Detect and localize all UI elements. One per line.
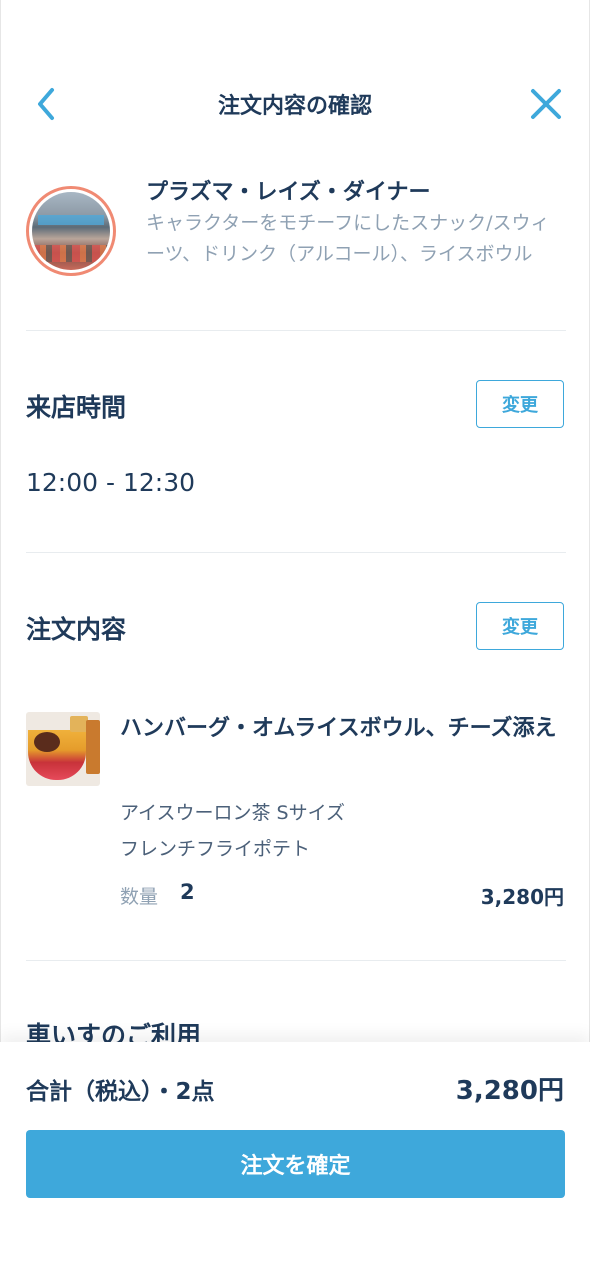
divider [26, 330, 566, 331]
item-option: フレンチフライポテト [120, 838, 311, 860]
restaurant-avatar [26, 186, 116, 276]
restaurant-name: プラズマ・レイズ・ダイナー [146, 180, 431, 205]
change-visit-time-button[interactable]: 変更 [476, 380, 564, 428]
visit-time-title: 来店時間 [26, 393, 127, 422]
item-option: アイスウーロン茶 Sサイズ [120, 802, 346, 824]
header: 注文内容の確認 [0, 70, 590, 140]
change-order-button[interactable]: 変更 [476, 602, 564, 650]
restaurant-description: キャラクターをモチーフにしたスナック/スウィーツ、ドリンク（アルコール）、ライス… [146, 212, 550, 265]
close-button[interactable] [526, 84, 566, 124]
restaurant-photo [32, 192, 110, 270]
order-content-title: 注文内容 [26, 615, 127, 644]
restaurant-info: プラズマ・レイズ・ダイナー キャラクターをモチーフにしたスナック/スウィーツ、ド… [26, 170, 566, 300]
thumbnail-drink [86, 720, 100, 774]
divider [26, 960, 566, 961]
quantity-value: 2 [180, 880, 195, 904]
total-label: 合計（税込）・2点 [26, 1079, 215, 1105]
total-price: 3,280円 [455, 1076, 564, 1106]
visit-time-value: 12:00 - 12:30 [26, 468, 196, 497]
divider [26, 552, 566, 553]
order-confirmation-screen: 注文内容の確認 プラズマ・レイズ・ダイナー キャラクターをモチーフにしたスナック… [0, 0, 590, 1278]
quantity-label: 数量 [120, 886, 159, 908]
close-icon [531, 89, 561, 119]
thumbnail-hamburg [34, 732, 60, 752]
item-price: 3,280円 [480, 885, 564, 909]
item-thumbnail [26, 712, 100, 786]
page-title: 注文内容の確認 [217, 94, 372, 119]
item-name: ハンバーグ・オムライスボウル、チーズ添え [120, 716, 557, 741]
order-footer: 合計（税込）・2点 3,280円 注文を確定 [0, 1042, 590, 1278]
confirm-order-button[interactable]: 注文を確定 [26, 1130, 565, 1198]
